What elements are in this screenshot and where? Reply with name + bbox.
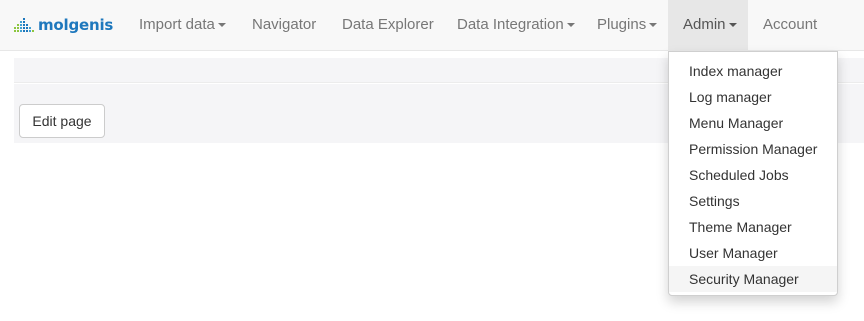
caret-down-icon	[566, 23, 575, 28]
menu-item-scheduled-jobs[interactable]: Scheduled Jobs	[669, 162, 837, 188]
nav-plugins-label: Plugins	[597, 16, 647, 33]
nav-admin[interactable]: Admin	[668, 0, 748, 50]
nav-navigator[interactable]: Navigator	[237, 0, 331, 50]
nav-data-explorer-label: Data Explorer	[342, 16, 434, 33]
nav-data-integration-label: Data Integration	[457, 16, 564, 33]
nav-import-data[interactable]: Import data	[125, 0, 240, 50]
top-navbar: molgenis Import data Navigator Data Expl…	[0, 0, 864, 51]
menu-item-menu-manager[interactable]: Menu Manager	[669, 110, 837, 136]
brand-logo[interactable]: molgenis	[14, 13, 113, 37]
menu-item-theme-manager[interactable]: Theme Manager	[669, 214, 837, 240]
nav-data-integration[interactable]: Data Integration	[442, 0, 590, 50]
nav-navigator-label: Navigator	[252, 16, 317, 33]
admin-dropdown-menu: Index manager Log manager Menu Manager P…	[668, 51, 838, 296]
menu-item-settings[interactable]: Settings	[669, 188, 837, 214]
nav-account[interactable]: Account	[748, 0, 832, 50]
menu-item-security-manager[interactable]: Security Manager	[669, 266, 837, 292]
menu-item-permission-manager[interactable]: Permission Manager	[669, 136, 837, 162]
brand-name: molgenis	[38, 16, 114, 34]
caret-down-icon	[728, 23, 737, 28]
nav-import-data-label: Import data	[139, 16, 215, 33]
menu-item-index-manager[interactable]: Index manager	[669, 58, 837, 84]
menu-item-log-manager[interactable]: Log manager	[669, 84, 837, 110]
nav-admin-label: Admin	[683, 16, 726, 33]
menu-item-user-manager[interactable]: User Manager	[669, 240, 837, 266]
caret-down-icon	[649, 23, 658, 28]
caret-down-icon	[217, 23, 226, 28]
nav-account-label: Account	[763, 16, 818, 33]
nav-plugins[interactable]: Plugins	[582, 0, 672, 50]
bar-dots-logo-icon	[14, 18, 34, 32]
edit-page-button[interactable]: Edit page	[19, 104, 105, 138]
nav-data-explorer[interactable]: Data Explorer	[327, 0, 449, 50]
